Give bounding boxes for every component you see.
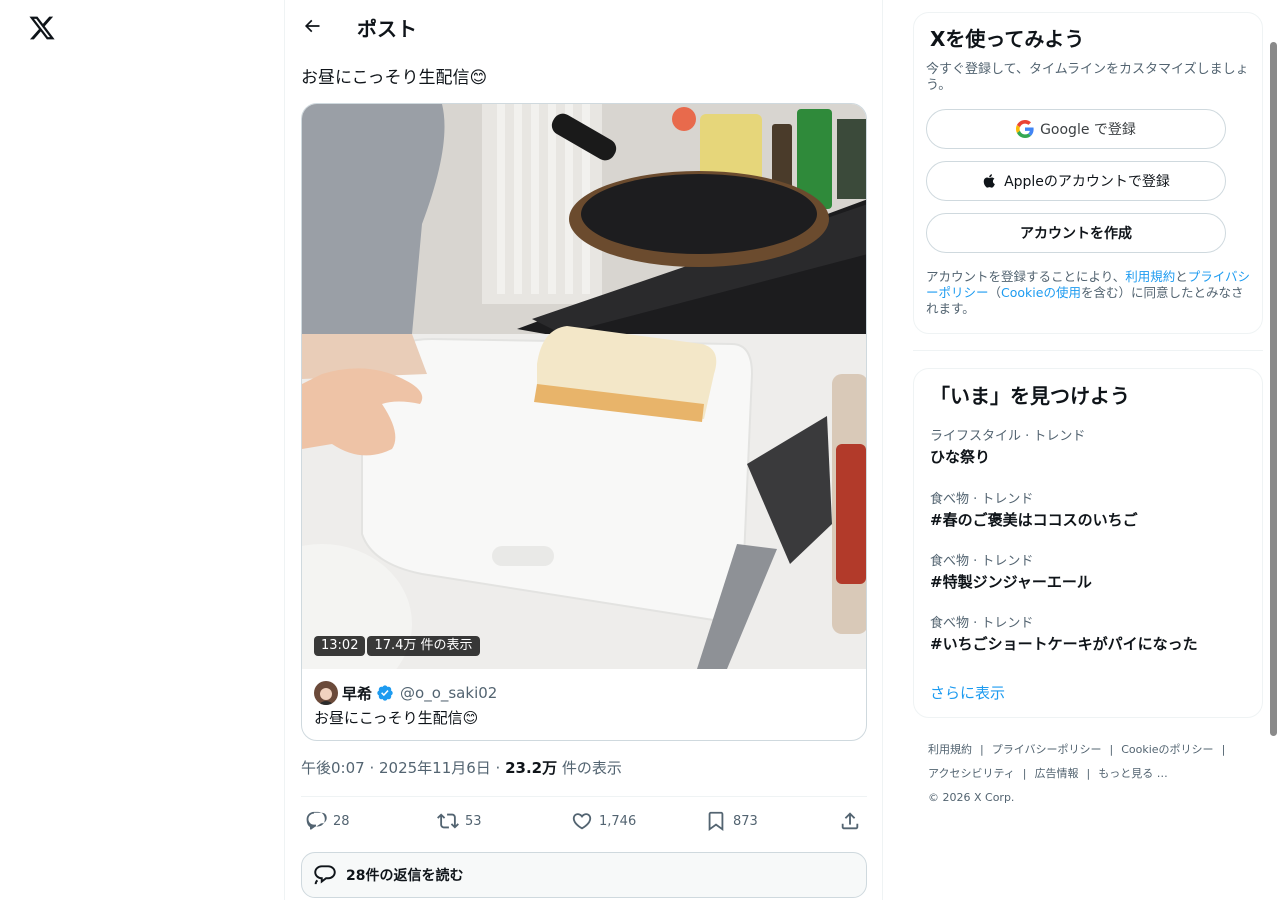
footer-link-cookie[interactable]: Cookieのポリシー <box>1121 743 1213 756</box>
page-title: ポスト <box>357 17 417 41</box>
repost-button[interactable]: 53 <box>437 807 482 835</box>
trend-name: ひな祭り <box>930 448 991 466</box>
trend-category: 食べ物 · トレンド <box>930 554 1034 569</box>
signup-title: Xを使ってみよう <box>930 27 1085 51</box>
terms-link[interactable]: 利用規約 <box>1125 269 1175 284</box>
trend-name: #特製ジンジャーエール <box>930 573 1092 591</box>
read-replies-label: 28件の返信を読む <box>346 868 464 884</box>
video-badges: 13:02 17.4万 件の表示 <box>314 636 480 656</box>
trend-item[interactable]: 食べ物 · トレンド #特製ジンジャーエール <box>930 554 1250 592</box>
signup-card: Xを使ってみよう 今すぐ登録して、タイムラインをカスタマイズしましょう。 Goo… <box>913 12 1263 334</box>
signup-description: 今すぐ登録して、タイムラインをカスタマイズしましょう。 <box>926 62 1249 93</box>
post-view-count: 23.2万 <box>505 759 558 777</box>
video-duration: 13:02 <box>314 636 366 656</box>
left-nav <box>0 0 284 900</box>
quote-author-handle[interactable]: @o_o_saki02 <box>400 684 497 702</box>
footer-link-accessibility[interactable]: アクセシビリティ <box>928 767 1015 780</box>
trend-category: 食べ物 · トレンド <box>930 616 1034 631</box>
like-count: 1,746 <box>599 813 637 829</box>
post-actions: 28 53 1,746 873 <box>301 807 867 835</box>
quote-author-name[interactable]: 早希 <box>342 683 372 704</box>
footer-link-terms[interactable]: 利用規約 <box>928 743 972 756</box>
footer-link-more[interactable]: もっと見る … <box>1098 767 1168 780</box>
trend-name: #春のご褒美はココスのいちご <box>930 511 1138 529</box>
reply-icon <box>306 811 327 830</box>
apple-signup-label: Appleのアカウントで登録 <box>1004 174 1170 190</box>
main-column: ポスト お昼にこっそり生配信😊 13:02 17.4万 件の表示 早希 @o_o… <box>284 0 883 900</box>
google-signup-label: Google で登録 <box>1040 122 1136 138</box>
video-player[interactable]: 13:02 17.4万 件の表示 <box>302 104 866 669</box>
like-button[interactable]: 1,746 <box>571 807 636 835</box>
footer-link-privacy[interactable]: プライバシーポリシー <box>992 743 1102 756</box>
bookmark-button[interactable]: 873 <box>705 807 758 835</box>
avatar[interactable] <box>314 681 338 705</box>
trends-title: 「いま」を見つけよう <box>930 384 1130 408</box>
share-button[interactable] <box>839 807 861 835</box>
scrollbar[interactable] <box>1270 42 1277 736</box>
trend-item[interactable]: 食べ物 · トレンド #春のご褒美はココスのいちご <box>930 492 1250 530</box>
media-card[interactable]: 13:02 17.4万 件の表示 早希 @o_o_saki02 お昼にこっそり生… <box>301 103 867 741</box>
footer: 利用規約 | プライバシーポリシー | Cookieのポリシー | アクセシビリティ | 広告… <box>928 738 1258 806</box>
video-thumbnail <box>302 104 866 669</box>
trend-name: #いちごショートケーキがパイになった <box>930 635 1198 653</box>
copyright: © 2026 X Corp. <box>928 791 1015 804</box>
video-views: 17.4万 件の表示 <box>367 636 480 656</box>
chat-bubbles-icon <box>314 865 336 885</box>
verified-badge-icon <box>376 684 394 702</box>
read-replies-button[interactable]: 28件の返信を読む <box>301 852 867 898</box>
repost-count: 53 <box>465 813 482 829</box>
trend-item[interactable]: 食べ物 · トレンド #いちごショートケーキがパイになった <box>930 616 1250 654</box>
create-account-button[interactable]: アカウントを作成 <box>926 213 1226 253</box>
apple-icon <box>983 174 995 188</box>
reply-count: 28 <box>333 813 350 829</box>
create-account-label: アカウントを作成 <box>1020 226 1132 242</box>
google-signup-button[interactable]: Google で登録 <box>926 109 1226 149</box>
repost-icon <box>437 813 459 829</box>
post-text: お昼にこっそり生配信😊 <box>301 68 488 88</box>
trend-item[interactable]: ライフスタイル · トレンド ひな祭り <box>930 429 1250 467</box>
google-icon <box>1016 120 1034 138</box>
post-view-label: 件の表示 <box>557 759 622 777</box>
share-icon <box>841 812 859 830</box>
quote-text: お昼にこっそり生配信😊 <box>314 709 479 727</box>
divider <box>913 350 1263 351</box>
post-meta: 午後0:07 · 2025年11月6日 · 23.2万 件の表示 <box>301 758 622 778</box>
post-timestamp[interactable]: 午後0:07 · 2025年11月6日 · <box>301 759 505 777</box>
trend-category: ライフスタイル · トレンド <box>930 429 1086 444</box>
post-header: ポスト <box>285 0 884 53</box>
cookie-link[interactable]: Cookieの使用 <box>1001 285 1081 300</box>
trend-category: 食べ物 · トレンド <box>930 492 1034 507</box>
bookmark-icon <box>708 811 724 832</box>
footer-link-ads[interactable]: 広告情報 <box>1035 767 1079 780</box>
back-button[interactable] <box>295 9 329 43</box>
arrow-left-icon <box>304 19 320 33</box>
trends-card: 「いま」を見つけよう ライフスタイル · トレンド ひな祭り 食べ物 · トレン… <box>913 368 1263 718</box>
terms-notice: アカウントを登録することにより、利用規約とプライバシーポリシー（Cookieの使… <box>926 269 1251 316</box>
apple-signup-button[interactable]: Appleのアカウントで登録 <box>926 161 1226 201</box>
divider <box>301 796 867 797</box>
reply-button[interactable]: 28 <box>305 807 350 835</box>
heart-icon <box>572 813 592 830</box>
x-logo-icon[interactable] <box>28 14 56 42</box>
bookmark-count: 873 <box>733 813 758 829</box>
quote-card[interactable]: 早希 @o_o_saki02 お昼にこっそり生配信😊 <box>302 669 866 740</box>
show-more-link[interactable]: さらに表示 <box>930 682 1005 703</box>
